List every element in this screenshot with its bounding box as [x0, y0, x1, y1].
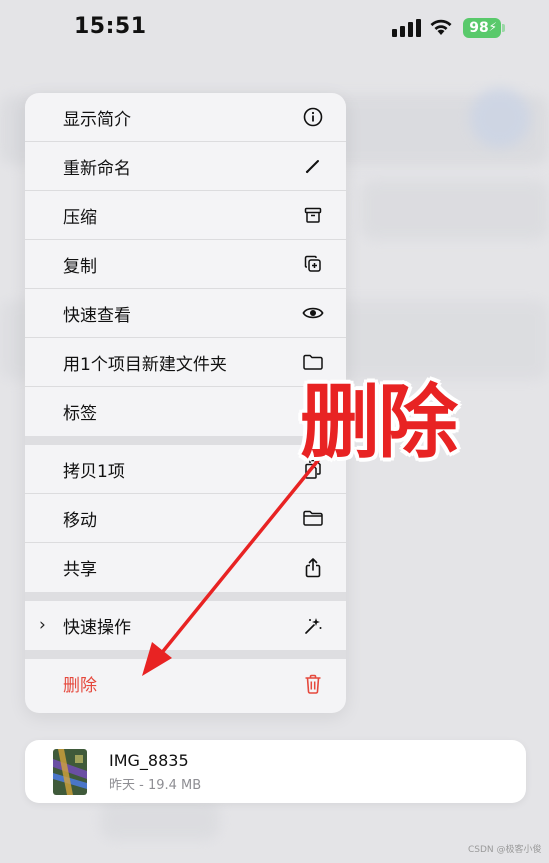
background-blur	[470, 88, 530, 148]
menu-item-delete[interactable]: 删除	[25, 659, 346, 708]
sparkles-icon	[302, 615, 324, 637]
menu-item-label: 快速查看	[63, 305, 131, 326]
trash-icon	[302, 673, 324, 695]
menu-item-rename[interactable]: 重新命名	[25, 142, 346, 191]
menu-item-label: 共享	[63, 560, 97, 580]
status-bar: 15:51 98 ⚡	[0, 0, 549, 58]
menu-separator	[25, 650, 346, 659]
menu-item-label: 压缩	[63, 207, 97, 228]
battery-indicator: 98 ⚡	[463, 18, 501, 38]
menu-item-label: 复制	[63, 256, 97, 277]
menu-item-quick-actions[interactable]: › 快速操作	[25, 601, 346, 650]
menu-separator	[25, 436, 346, 445]
menu-item-label: 显示简介	[63, 109, 131, 130]
menu-item-label: 用1个项目新建文件夹	[63, 354, 227, 375]
menu-item-quick-look[interactable]: 快速查看	[25, 289, 346, 338]
menu-item-get-info[interactable]: 显示简介	[25, 93, 346, 142]
duplicate-icon	[302, 253, 324, 275]
file-meta: 昨天 - 19.4 MB	[109, 777, 202, 793]
file-info: IMG_8835 昨天 - 19.4 MB	[109, 751, 201, 793]
context-menu: 显示简介 重新命名 压缩 复制 快速查看 用1个项目新建文件夹 标签 拷贝1项 …	[25, 93, 346, 713]
menu-item-tags[interactable]: 标签	[25, 387, 346, 436]
file-thumbnail	[53, 748, 87, 795]
status-time: 15:51	[74, 14, 147, 39]
folder-icon	[302, 507, 324, 529]
menu-separator	[25, 592, 346, 601]
menu-item-copy-one[interactable]: 拷贝1项	[25, 445, 346, 494]
menu-item-label: 删除	[63, 676, 97, 696]
background-blur	[360, 180, 549, 240]
archive-box-icon	[302, 204, 324, 226]
cellular-signal-icon	[392, 19, 421, 37]
menu-item-new-folder-with-item[interactable]: 用1个项目新建文件夹	[25, 338, 346, 387]
background-blur	[100, 800, 220, 840]
share-icon	[302, 557, 324, 579]
menu-item-label: 拷贝1项	[63, 461, 125, 482]
wifi-icon	[430, 19, 452, 35]
charging-bolt-icon: ⚡	[488, 20, 497, 34]
battery-level: 98	[469, 20, 489, 36]
file-preview-card: IMG_8835 昨天 - 19.4 MB	[25, 740, 526, 803]
info-icon	[302, 106, 324, 128]
menu-item-duplicate[interactable]: 复制	[25, 240, 346, 289]
menu-item-label: 快速操作	[63, 618, 131, 638]
menu-item-label: 重新命名	[63, 158, 131, 179]
eye-icon	[302, 302, 324, 324]
menu-item-label: 移动	[63, 510, 97, 531]
annotation-delete-label: 删除	[300, 376, 458, 469]
chevron-right-icon: ›	[39, 615, 46, 635]
file-name: IMG_8835	[109, 750, 189, 770]
battery-cap	[502, 24, 505, 32]
menu-item-move[interactable]: 移动	[25, 494, 346, 543]
menu-item-compress[interactable]: 压缩	[25, 191, 346, 240]
watermark: CSDN @极客小俊	[468, 845, 542, 855]
menu-item-label: 标签	[63, 404, 97, 424]
pencil-icon	[302, 155, 324, 177]
menu-item-share[interactable]: 共享	[25, 543, 346, 592]
